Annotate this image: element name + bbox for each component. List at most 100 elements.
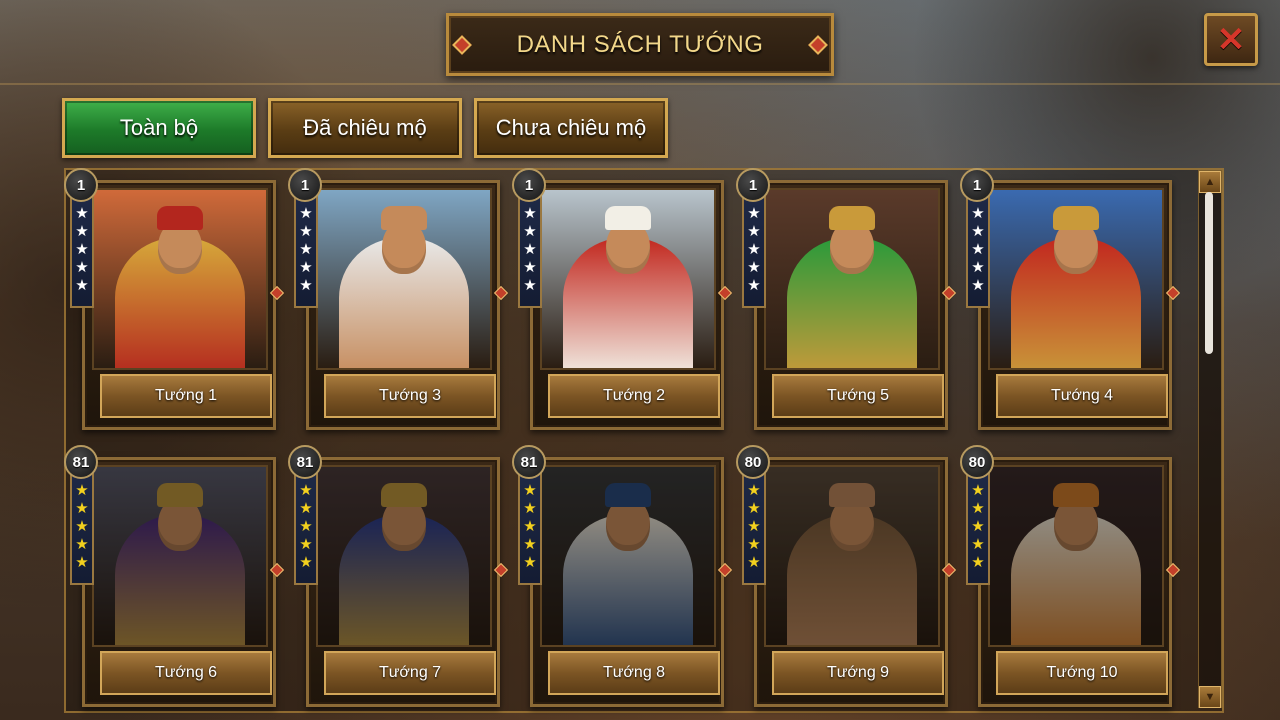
portrait-background: [94, 467, 266, 645]
general-body: [787, 515, 917, 645]
star-icon: ★: [523, 223, 537, 240]
general-name-plate: Tướng 3: [324, 374, 496, 418]
portrait-background: [990, 467, 1162, 645]
scroll-down-button[interactable]: ▼: [1199, 686, 1221, 708]
star-icon: ★: [75, 518, 89, 535]
general-card[interactable]: ★ ★ ★ ★ ★ 80 Tướng 9: [736, 445, 957, 709]
general-portrait: [764, 188, 940, 370]
general-portrait: [988, 188, 1164, 370]
star-icon: ★: [299, 482, 313, 499]
star-icon: ★: [299, 223, 313, 240]
star-icon: ★: [75, 223, 89, 240]
level-badge: 81: [64, 445, 98, 479]
star-icon: ★: [747, 241, 761, 258]
close-x-icon: ✕: [1216, 20, 1246, 59]
star-icon: ★: [747, 518, 761, 535]
star-ribbon: ★ ★ ★ ★ ★: [70, 461, 94, 585]
general-card[interactable]: ★ ★ ★ ★ ★ 80 Tướng 10: [960, 445, 1181, 709]
general-name-plate: Tướng 1: [100, 374, 272, 418]
general-card[interactable]: ★ ★ ★ ★ ★ 81 Tướng 8: [512, 445, 733, 709]
tab-recruited[interactable]: Đã chiêu mộ: [268, 98, 462, 158]
star-icon: ★: [75, 500, 89, 517]
tab-not-recruited[interactable]: Chưa chiêu mộ: [474, 98, 668, 158]
star-icon: ★: [299, 259, 313, 276]
general-card[interactable]: ★ ★ ★ ★ ★ 1 Tướng 3: [288, 168, 509, 432]
star-icon: ★: [747, 554, 761, 571]
level-badge: 1: [64, 168, 98, 202]
star-icon: ★: [75, 482, 89, 499]
star-icon: ★: [75, 259, 89, 276]
star-ribbon: ★ ★ ★ ★ ★: [294, 184, 318, 308]
star-icon: ★: [971, 536, 985, 553]
star-icon: ★: [75, 536, 89, 553]
star-icon: ★: [523, 277, 537, 294]
general-headwear: [605, 206, 651, 230]
close-button[interactable]: ✕: [1204, 13, 1258, 66]
general-body: [115, 515, 245, 645]
star-icon: ★: [523, 259, 537, 276]
tab-all[interactable]: Toàn bộ: [62, 98, 256, 158]
star-ribbon: ★ ★ ★ ★ ★: [966, 184, 990, 308]
general-portrait: [764, 465, 940, 647]
general-portrait: [316, 188, 492, 370]
arrow-up-icon: ▲: [1204, 176, 1216, 188]
general-headwear: [157, 206, 203, 230]
star-icon: ★: [523, 241, 537, 258]
general-card[interactable]: ★ ★ ★ ★ ★ 81 Tướng 6: [64, 445, 285, 709]
general-name-plate: Tướng 7: [324, 651, 496, 695]
general-name-plate: Tướng 2: [548, 374, 720, 418]
general-body: [339, 515, 469, 645]
general-name-plate: Tướng 5: [772, 374, 944, 418]
star-icon: ★: [971, 223, 985, 240]
level-badge: 81: [512, 445, 546, 479]
general-headwear: [381, 483, 427, 507]
left-gem-ornament: [452, 34, 472, 55]
general-head: [830, 497, 874, 551]
star-icon: ★: [747, 277, 761, 294]
star-icon: ★: [299, 241, 313, 258]
star-icon: ★: [75, 554, 89, 571]
portrait-background: [318, 467, 490, 645]
right-gem-ornament: [808, 34, 828, 55]
star-ribbon: ★ ★ ★ ★ ★: [742, 184, 766, 308]
arrow-down-icon: ▼: [1204, 691, 1216, 703]
star-icon: ★: [523, 500, 537, 517]
general-card[interactable]: ★ ★ ★ ★ ★ 81 Tướng 7: [288, 445, 509, 709]
level-badge: 1: [960, 168, 994, 202]
general-card[interactable]: ★ ★ ★ ★ ★ 1 Tướng 2: [512, 168, 733, 432]
star-icon: ★: [523, 518, 537, 535]
star-icon: ★: [299, 518, 313, 535]
scrollbar-thumb[interactable]: [1205, 192, 1213, 354]
portrait-background: [766, 467, 938, 645]
star-ribbon: ★ ★ ★ ★ ★: [518, 461, 542, 585]
general-head: [158, 497, 202, 551]
general-portrait: [92, 188, 268, 370]
star-icon: ★: [971, 518, 985, 535]
general-headwear: [1053, 483, 1099, 507]
general-card[interactable]: ★ ★ ★ ★ ★ 1 Tướng 5: [736, 168, 957, 432]
star-icon: ★: [971, 259, 985, 276]
level-badge: 1: [736, 168, 770, 202]
general-card[interactable]: ★ ★ ★ ★ ★ 1 Tướng 4: [960, 168, 1181, 432]
general-head: [606, 497, 650, 551]
star-icon: ★: [523, 536, 537, 553]
scroll-up-button[interactable]: ▲: [1199, 171, 1221, 193]
general-portrait: [988, 465, 1164, 647]
general-card[interactable]: ★ ★ ★ ★ ★ 1 Tướng 1: [64, 168, 285, 432]
header-divider: [0, 83, 1280, 85]
star-icon: ★: [299, 554, 313, 571]
general-headwear: [829, 206, 875, 230]
title-banner: DANH SÁCH TƯỚNG: [446, 13, 834, 76]
general-headwear: [1053, 206, 1099, 230]
general-headwear: [605, 483, 651, 507]
star-ribbon: ★ ★ ★ ★ ★: [294, 461, 318, 585]
general-name-plate: Tướng 9: [772, 651, 944, 695]
star-icon: ★: [971, 554, 985, 571]
star-icon: ★: [971, 482, 985, 499]
level-badge: 81: [288, 445, 322, 479]
star-icon: ★: [971, 205, 985, 222]
star-icon: ★: [299, 277, 313, 294]
star-ribbon: ★ ★ ★ ★ ★: [742, 461, 766, 585]
general-headwear: [381, 206, 427, 230]
general-head: [382, 497, 426, 551]
